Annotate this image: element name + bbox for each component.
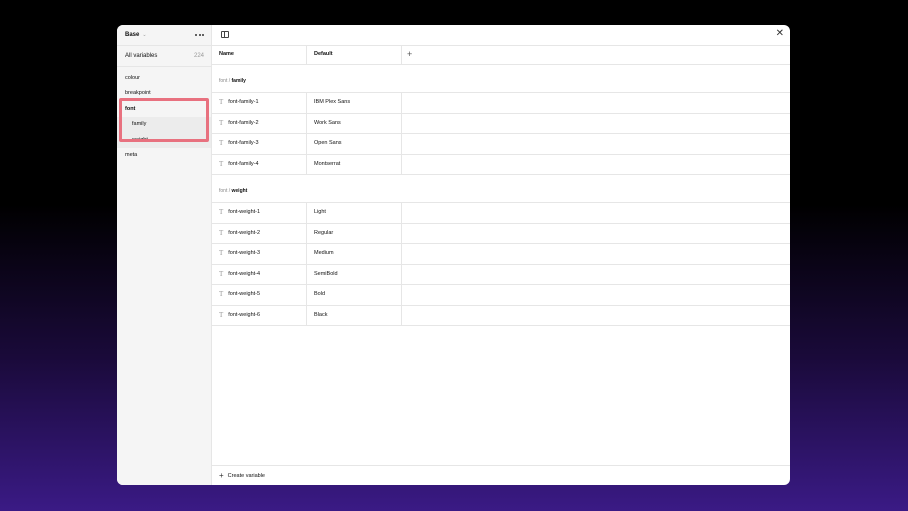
text-type-icon: T — [219, 269, 224, 278]
text-type-icon: T — [219, 310, 224, 319]
sidebar-item-all-variables[interactable]: All variables 224 — [117, 45, 211, 67]
variable-value[interactable]: Black — [314, 306, 327, 325]
table-header: Name Default + — [211, 45, 790, 65]
variable-value[interactable]: Work Sans — [314, 114, 341, 133]
close-icon[interactable]: ✕ — [776, 29, 784, 39]
text-type-icon: T — [219, 118, 224, 127]
group-name: family — [231, 78, 246, 84]
create-variable-label: Create variable — [227, 472, 265, 479]
top-bar: ✕ — [211, 25, 790, 46]
sidebar: Base ⌄ All variables 224 colour breakpoin… — [117, 25, 212, 485]
sidebar-item-weight[interactable]: weight — [117, 132, 211, 148]
sidebar-item-breakpoint[interactable]: breakpoint — [117, 86, 211, 102]
sidebar-item-label: breakpoint — [125, 90, 151, 97]
variables-window: Base ⌄ All variables 224 colour breakpoin… — [117, 25, 790, 485]
group-name: weight — [231, 188, 248, 194]
text-type-icon: T — [219, 208, 224, 216]
sidebar-item-label: weight — [132, 136, 148, 143]
plus-icon: + — [219, 471, 224, 480]
add-mode-button[interactable]: + — [407, 45, 412, 64]
text-type-icon: T — [219, 249, 224, 257]
variable-value[interactable]: Light — [314, 203, 326, 222]
sidebar-item-family[interactable]: family — [117, 116, 211, 132]
column-divider — [306, 45, 307, 64]
table-row[interactable]: Tfont-weight-1 Light — [211, 202, 790, 223]
text-type-icon: T — [219, 290, 224, 298]
sidebar-item-colour[interactable]: colour — [117, 70, 211, 86]
table-row[interactable]: Tfont-family-4 Montserrat — [211, 153, 790, 175]
group-rows-weight: Tfont-weight-1 Light Tfont-weight-2 Regula… — [211, 202, 790, 326]
variable-name[interactable]: font-family-1 — [228, 93, 258, 112]
table-row[interactable]: Tfont-weight-2 Regular — [211, 222, 790, 243]
group-header-family: font / family — [211, 65, 790, 92]
variable-value[interactable]: Medium — [314, 244, 334, 263]
create-variable-button[interactable]: + Create variable — [211, 465, 790, 485]
variable-value[interactable]: Open Sans — [314, 134, 342, 153]
variable-name[interactable]: font-weight-1 — [228, 203, 260, 222]
variable-name[interactable]: font-weight-3 — [228, 244, 260, 263]
sidebar-item-label: colour — [125, 74, 140, 81]
table-row[interactable]: Tfont-family-3 Open Sans — [211, 133, 790, 154]
all-variables-label: All variables — [125, 53, 158, 59]
chevron-down-icon: ⌄ — [142, 32, 147, 38]
table-row[interactable]: Tfont-weight-3 Medium — [211, 243, 790, 264]
variable-name[interactable]: font-weight-2 — [228, 224, 260, 243]
group-prefix: font / — [219, 188, 232, 194]
table-row[interactable]: Tfont-family-1 IBM Plex Sans — [211, 92, 790, 113]
variable-value[interactable]: Bold — [314, 285, 325, 304]
collection-name: Base — [125, 32, 140, 38]
group-rows-family: Tfont-family-1 IBM Plex Sans Tfont-family… — [211, 92, 790, 175]
group-header-weight: font / weight — [211, 175, 790, 202]
table-row[interactable]: Tfont-weight-5 Bold — [211, 284, 790, 305]
sidebar-item-label: font — [125, 105, 136, 112]
text-type-icon: T — [219, 159, 224, 168]
sidebar-item-meta[interactable]: meta — [117, 148, 211, 164]
text-type-icon: T — [219, 98, 224, 106]
variable-value[interactable]: Regular — [314, 224, 333, 243]
text-type-icon: T — [219, 139, 224, 147]
variable-name[interactable]: font-family-3 — [228, 134, 258, 153]
column-header-name[interactable]: Name — [219, 45, 234, 64]
sidebar-item-font[interactable]: font — [117, 101, 211, 117]
variable-name[interactable]: font-weight-6 — [228, 306, 260, 325]
table-row[interactable]: Tfont-weight-6 Black — [211, 304, 790, 326]
column-header-default[interactable]: Default — [314, 45, 333, 64]
variable-value[interactable]: SemiBold — [314, 265, 338, 284]
variable-value[interactable]: Montserrat — [314, 155, 340, 174]
collection-header[interactable]: Base ⌄ — [117, 25, 211, 45]
variable-value[interactable]: IBM Plex Sans — [314, 93, 350, 112]
sidebar-toggle-icon[interactable] — [221, 31, 229, 38]
sidebar-item-label: meta — [125, 152, 138, 159]
table-row[interactable]: Tfont-weight-4 SemiBold — [211, 263, 790, 284]
variable-name[interactable]: font-family-2 — [228, 114, 258, 133]
column-divider — [401, 45, 402, 64]
text-type-icon: T — [219, 228, 224, 237]
sidebar-item-label: family — [132, 121, 147, 128]
table-row[interactable]: Tfont-family-2 Work Sans — [211, 112, 790, 133]
more-options-icon[interactable] — [195, 34, 204, 36]
variable-name[interactable]: font-family-4 — [228, 155, 258, 174]
variable-name[interactable]: font-weight-5 — [228, 285, 260, 304]
variable-name[interactable]: font-weight-4 — [228, 265, 260, 284]
variables-table: font / family Tfont-family-1 IBM Plex San… — [211, 65, 790, 326]
all-variables-count: 224 — [193, 53, 204, 59]
group-prefix: font / — [219, 78, 232, 84]
collection-selector[interactable]: Base ⌄ — [125, 32, 147, 38]
